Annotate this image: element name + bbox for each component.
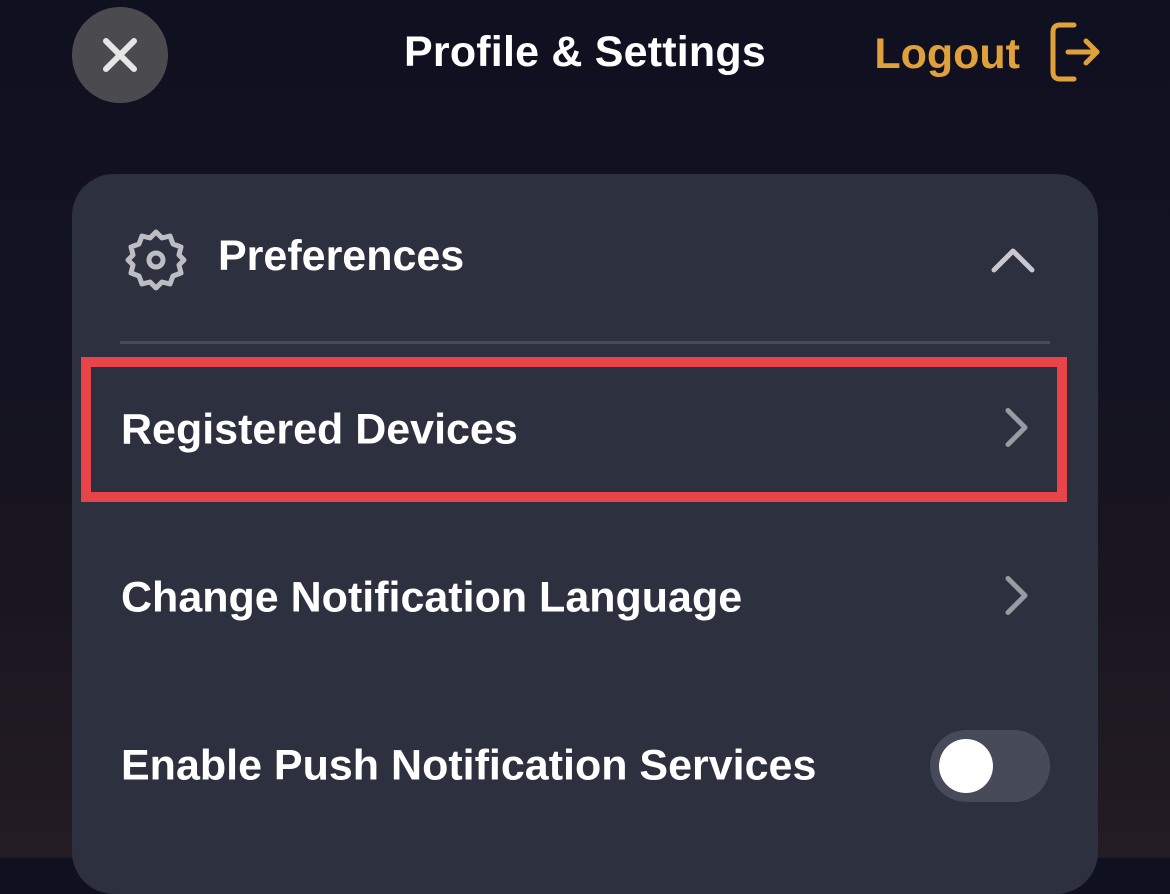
enable-push-notifications-item: Enable Push Notification Services [72, 706, 1098, 826]
chevron-right-icon [1004, 407, 1030, 454]
logout-label: Logout [874, 30, 1020, 78]
logout-icon [1048, 20, 1102, 89]
gear-icon [124, 228, 188, 297]
logout-button[interactable]: Logout [874, 20, 1102, 89]
push-notifications-toggle[interactable] [930, 730, 1050, 802]
toggle-knob [939, 739, 993, 793]
chevron-up-icon[interactable] [990, 246, 1036, 279]
close-button[interactable] [72, 7, 168, 103]
registered-devices-item[interactable]: Registered Devices [72, 370, 1098, 490]
preferences-header[interactable]: Preferences [72, 174, 1098, 342]
divider [120, 341, 1050, 344]
change-notification-language-label: Change Notification Language [121, 573, 743, 622]
enable-push-notifications-label: Enable Push Notification Services [121, 741, 817, 790]
change-notification-language-item[interactable]: Change Notification Language [72, 538, 1098, 658]
registered-devices-label: Registered Devices [121, 405, 518, 454]
page-title: Profile & Settings [404, 28, 766, 76]
chevron-right-icon [1004, 575, 1030, 622]
preferences-title: Preferences [218, 232, 465, 280]
preferences-panel: Preferences Registered Devices Change No… [72, 174, 1098, 894]
close-icon [100, 35, 140, 75]
